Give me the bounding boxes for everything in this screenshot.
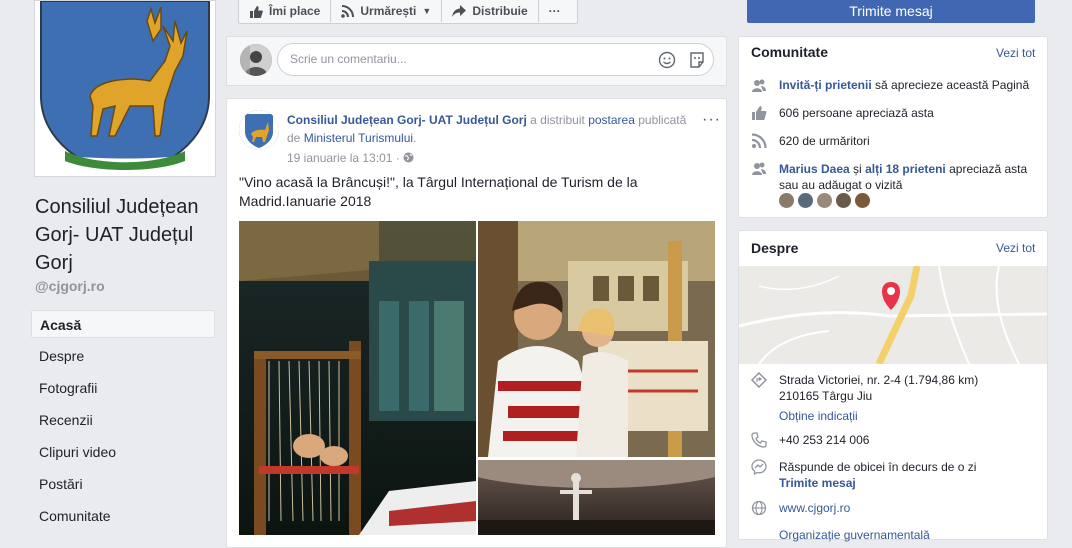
about-title: Despre: [751, 240, 799, 256]
phone-icon: [751, 432, 767, 448]
weaving-loom-photo: [239, 221, 476, 535]
post-author-link[interactable]: Consiliul Județean Gorj- UAT Județul Gor…: [287, 113, 527, 127]
comment-input[interactable]: Scrie un comentariu...: [277, 43, 714, 76]
about-send-message-link[interactable]: Trimite mesaj: [779, 475, 856, 491]
comment-placeholder: Scrie un comentariu...: [290, 52, 407, 66]
post-photo-3[interactable]: [478, 460, 715, 535]
more-options-button[interactable]: ···: [539, 0, 571, 22]
post-source-link[interactable]: Ministerul Turismului: [304, 131, 413, 145]
post-time-text: 19 ianuarie la 13:01 ·: [287, 151, 400, 165]
post-timestamp[interactable]: 19 ianuarie la 13:01 ·: [287, 151, 414, 165]
thumbs-up-icon: [250, 5, 263, 18]
about-see-all-link[interactable]: Vezi tot: [996, 241, 1035, 255]
friend-avatar[interactable]: [817, 193, 832, 208]
user-avatar-image: [240, 44, 272, 76]
website-link[interactable]: www.cjgorj.ro: [779, 500, 850, 516]
page-profile-picture[interactable]: [34, 0, 216, 178]
follow-label: Urmărești: [360, 4, 417, 18]
friend-avatars: [779, 193, 874, 208]
coat-of-arms-image: [40, 0, 210, 178]
page-title: Consiliul Județean Gorj- UAT Județul Gor…: [35, 196, 199, 274]
like-button[interactable]: Îmi place: [239, 0, 332, 22]
get-directions-link[interactable]: Obține indicații: [779, 408, 858, 424]
map-image: [739, 266, 1047, 364]
followers-count: 620 de urmăritori: [779, 134, 870, 148]
nav-community[interactable]: Comunitate: [31, 502, 215, 530]
woman-weaving-photo: [478, 221, 715, 457]
post-text: "Vino acasă la Brâncuși!", la Târgul Int…: [239, 174, 638, 209]
emoji-icon[interactable]: [658, 51, 676, 69]
statue-photo: [478, 460, 715, 535]
share-label: Distribuie: [472, 4, 528, 18]
invite-friends-text: să aprecieze această Pagină: [875, 78, 1030, 92]
rss-icon: [341, 4, 355, 18]
post-header-period: .: [413, 131, 417, 145]
page-handle[interactable]: @cjgorj.ro: [35, 278, 105, 294]
like-label: Îmi place: [269, 4, 321, 18]
address-line-2: 210165 Târgu Jiu: [779, 389, 873, 403]
nav-about[interactable]: Despre: [31, 342, 215, 370]
send-message-button[interactable]: Trimite mesaj: [747, 0, 1035, 23]
community-title: Comunitate: [751, 44, 828, 60]
friend-avatar[interactable]: [836, 193, 851, 208]
nav-videos[interactable]: Clipuri video: [31, 438, 215, 466]
friend-name-link[interactable]: Marius Daea: [779, 162, 850, 176]
messenger-icon: [751, 459, 767, 475]
post-photo-2[interactable]: [478, 221, 715, 457]
category-link[interactable]: Organizație guvernamentală: [779, 527, 930, 543]
more-icon: ···: [548, 4, 561, 18]
directions-icon: [751, 372, 767, 388]
nav-photos[interactable]: Fotografii: [31, 374, 215, 402]
friend-avatar[interactable]: [779, 193, 794, 208]
sticker-icon[interactable]: [688, 51, 706, 69]
post-original-link[interactable]: postarea: [588, 113, 635, 127]
invite-friends-link[interactable]: Invită-ți prietenii: [779, 78, 872, 92]
nav-posts[interactable]: Postări: [31, 470, 215, 498]
thumbs-up-icon: [752, 106, 767, 120]
invite-friends-row: Invită-ți prietenii să aprecieze această…: [779, 77, 1039, 93]
friends-like-row: Marius Daea și alți 18 prieteni apreciaz…: [779, 161, 1041, 193]
post-author-avatar[interactable]: [239, 110, 279, 150]
rss-icon: [751, 133, 767, 149]
friend-avatar[interactable]: [798, 193, 813, 208]
friend-and-text: și: [853, 162, 862, 176]
community-see-all-link[interactable]: Vezi tot: [996, 46, 1035, 60]
response-time: Răspunde de obicei în decurs de o zi: [779, 460, 977, 474]
chevron-down-icon: ▼: [422, 6, 432, 16]
location-map[interactable]: [739, 266, 1047, 364]
friend-avatar[interactable]: [855, 193, 870, 208]
user-avatar[interactable]: [240, 44, 272, 76]
address-line-1: Strada Victoriei, nr. 2-4 (1.794,86 km): [779, 373, 979, 387]
post-header: Consiliul Județean Gorj- UAT Județul Gor…: [287, 111, 699, 147]
nav-home[interactable]: Acasă: [31, 310, 215, 338]
phone-number[interactable]: +40 253 214 006: [779, 432, 869, 448]
follow-button[interactable]: Urmărești ▼: [331, 0, 443, 22]
globe-icon: [751, 500, 767, 516]
share-button[interactable]: Distribuie: [442, 0, 539, 22]
globe-icon: [403, 152, 414, 163]
invite-friends-icon: [752, 79, 766, 92]
likes-count: 606 persoane apreciază asta: [779, 106, 934, 120]
share-arrow-icon: [452, 5, 467, 17]
nav-reviews[interactable]: Recenzii: [31, 406, 215, 434]
friends-icon: [752, 162, 766, 175]
post-options-button[interactable]: ···: [702, 111, 721, 129]
friend-others-link[interactable]: alți 18 prieteni: [865, 162, 946, 176]
page-action-bar: Îmi place Urmărești ▼ Distribuie ···: [238, 0, 578, 24]
post-shared-text: a distribuit: [530, 113, 585, 127]
post-photo-1[interactable]: [239, 221, 476, 535]
coat-of-arms-avatar: [239, 110, 279, 150]
